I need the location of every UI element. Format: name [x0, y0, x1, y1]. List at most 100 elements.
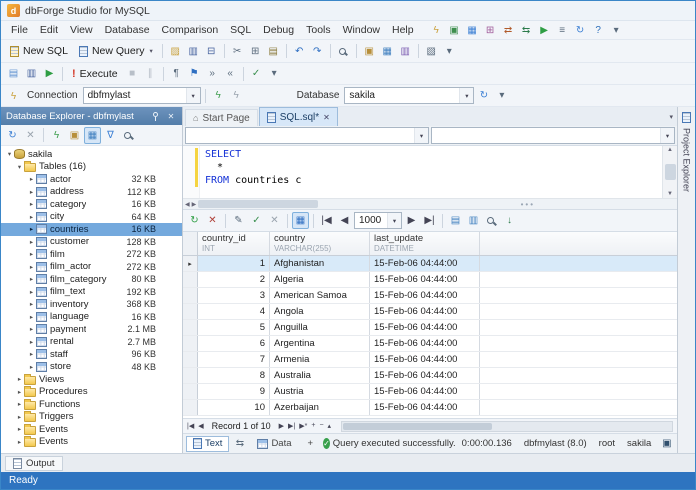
table-row[interactable]: ▸ 1 Afghanistan 15-Feb-06 04:44:00 — [183, 256, 677, 272]
expander-icon[interactable]: ▸ — [15, 425, 24, 433]
cell-country[interactable]: Australia — [270, 368, 370, 383]
tab-add[interactable]: + — [301, 436, 321, 452]
column-header-last_update[interactable]: last_update DATETIME — [370, 232, 480, 255]
prev-page-icon[interactable]: ◀ — [336, 212, 353, 229]
cut-icon[interactable]: ✂ — [229, 43, 246, 60]
post-edit-icon[interactable]: ✓ — [248, 212, 265, 229]
refresh-icon[interactable]: ↻ — [572, 22, 589, 39]
tree-node-table-language[interactable]: ▸ language 16 KB — [1, 311, 182, 324]
format-icon[interactable]: ¶ — [168, 65, 185, 82]
indent-icon[interactable]: » — [204, 65, 221, 82]
cancel-results-icon[interactable]: ✕ — [204, 212, 221, 229]
find-in-grid-icon[interactable] — [483, 212, 500, 229]
refresh-database-icon[interactable]: ↻ — [475, 87, 492, 104]
menu-tools[interactable]: Tools — [300, 24, 337, 36]
grid-horizontal-scrollbar[interactable] — [341, 420, 673, 432]
edit-record-button[interactable]: ▴ — [326, 422, 334, 430]
chevron-down-icon[interactable]: ▾ — [414, 128, 428, 143]
cell-last_update[interactable]: 15-Feb-06 04:44:00 — [370, 336, 480, 351]
table-row[interactable]: 5 Anguilla 15-Feb-06 04:44:00 — [183, 320, 677, 336]
open-icon[interactable]: ▨ — [167, 43, 184, 60]
expander-icon[interactable]: ▸ — [15, 375, 24, 383]
scrollbar-thumb[interactable] — [343, 422, 492, 430]
append-record-button[interactable]: ▶* — [297, 422, 309, 430]
document-map-icon[interactable]: ▤ — [5, 65, 22, 82]
expander-icon[interactable]: ▸ — [15, 400, 24, 408]
splitter-grip[interactable]: ••• — [521, 200, 535, 209]
tree-node-views[interactable]: ▸ Views — [1, 373, 182, 386]
show-objects-icon[interactable]: ▦ — [84, 126, 101, 144]
tree-node-table-actor[interactable]: ▸ actor 32 KB — [1, 173, 182, 186]
cell-country[interactable]: Argentina — [270, 336, 370, 351]
cell-country[interactable]: Armenia — [270, 352, 370, 367]
first-page-icon[interactable]: |◀ — [318, 212, 335, 229]
search-icon[interactable] — [120, 127, 137, 144]
tree-node-table-film_text[interactable]: ▸ film_text 192 KB — [1, 286, 182, 299]
tree-node-table-film[interactable]: ▸ film 272 KB — [1, 248, 182, 261]
cell-last_update[interactable]: 15-Feb-06 04:44:00 — [370, 304, 480, 319]
tree-node-table-inventory[interactable]: ▸ inventory 368 KB — [1, 298, 182, 311]
menu-file[interactable]: File — [5, 24, 34, 36]
paste-icon[interactable]: ▤ — [265, 43, 282, 60]
page-size-combo[interactable]: 1000 ▾ — [354, 212, 402, 229]
tree-node-table-rental[interactable]: ▸ rental 2.7 MB — [1, 336, 182, 349]
tree-node-tables-group[interactable]: ▾ Tables (16) — [1, 161, 182, 174]
expander-icon[interactable]: ▸ — [27, 338, 36, 346]
tree-node-events-2[interactable]: ▸ Events — [1, 436, 182, 449]
tab-start-page[interactable]: ⌂ Start Page — [185, 109, 258, 126]
column-header-country_id[interactable]: country_id INT — [198, 232, 270, 255]
tree-node-table-payment[interactable]: ▸ payment 2.1 MB — [1, 323, 182, 336]
menu-sql[interactable]: SQL — [224, 24, 257, 36]
cell-last_update[interactable]: 15-Feb-06 04:44:00 — [370, 320, 480, 335]
tree-node-table-film_category[interactable]: ▸ film_category 80 KB — [1, 273, 182, 286]
cell-country[interactable]: Afghanistan — [270, 256, 370, 271]
tree-node-procedures[interactable]: ▸ Procedures — [1, 386, 182, 399]
connection-combo[interactable]: dbfmylast ▾ — [82, 87, 201, 104]
editor-horizontal-scrollbar[interactable]: ◀ ▶ ••• — [183, 198, 677, 210]
outdent-icon[interactable]: « — [222, 65, 239, 82]
chevron-down-icon[interactable]: ▾ — [185, 88, 200, 103]
expander-icon[interactable]: ▸ — [15, 413, 24, 421]
cell-last_update[interactable]: 15-Feb-06 04:44:00 — [370, 400, 480, 415]
tree-node-table-store[interactable]: ▸ store 48 KB — [1, 361, 182, 374]
save-icon[interactable]: ▥ — [23, 65, 40, 82]
chevron-down-icon[interactable]: ▾ — [459, 88, 474, 103]
sql-toolbar-overflow-icon[interactable]: ▾ — [266, 65, 283, 82]
cell-country_id[interactable]: 5 — [198, 320, 270, 335]
first-record-button[interactable]: |◀ — [185, 422, 196, 430]
menu-debug[interactable]: Debug — [257, 24, 300, 36]
expander-icon[interactable]: ▸ — [27, 300, 36, 308]
table-row[interactable]: 10 Azerbaijan 15-Feb-06 04:44:00 — [183, 400, 677, 416]
cell-country_id[interactable]: 10 — [198, 400, 270, 415]
tree-node-table-address[interactable]: ▸ address 112 KB — [1, 186, 182, 199]
database-sync-icon[interactable]: ▣ — [361, 43, 378, 60]
scroll-right-icon[interactable]: ▶ — [192, 201, 197, 208]
cell-country[interactable]: Azerbaijan — [270, 400, 370, 415]
card-view-icon[interactable]: ▤ — [447, 212, 464, 229]
toolbar-overflow-icon[interactable]: ▾ — [441, 43, 458, 60]
new-query-button[interactable]: New Query ▾ — [74, 42, 158, 61]
editor-code[interactable]: SELECT * FROM countries c — [200, 146, 662, 198]
insert-record-button[interactable]: + — [309, 422, 317, 430]
cell-country_id[interactable]: 9 — [198, 384, 270, 399]
new-connection-icon[interactable]: ϟ — [428, 22, 445, 39]
expander-icon[interactable]: ▸ — [15, 438, 24, 446]
cancel-edit-icon[interactable]: ✕ — [266, 212, 283, 229]
disconnect-icon[interactable]: ϟ — [228, 87, 245, 104]
expander-icon[interactable]: ▸ — [27, 200, 36, 208]
menu-database[interactable]: Database — [99, 24, 156, 36]
connbar-overflow-icon[interactable]: ▾ — [493, 87, 510, 104]
query-builder-icon[interactable]: ⊞ — [482, 22, 499, 39]
menu-help[interactable]: Help — [386, 24, 420, 36]
cell-country[interactable]: Anguilla — [270, 320, 370, 335]
expander-icon[interactable]: ▸ — [27, 188, 36, 196]
expander-icon[interactable]: ▸ — [27, 250, 36, 258]
grid-view-icon[interactable]: ▥ — [465, 212, 482, 229]
tree-node-table-film_actor[interactable]: ▸ film_actor 272 KB — [1, 261, 182, 274]
delete-record-button[interactable]: − — [317, 422, 325, 430]
expander-icon[interactable]: ▸ — [27, 275, 36, 283]
cell-last_update[interactable]: 15-Feb-06 04:44:00 — [370, 352, 480, 367]
bookmark-icon[interactable]: ⚑ — [186, 65, 203, 82]
table-row[interactable]: 4 Angola 15-Feb-06 04:44:00 — [183, 304, 677, 320]
refresh-results-icon[interactable]: ↻ — [186, 212, 203, 229]
